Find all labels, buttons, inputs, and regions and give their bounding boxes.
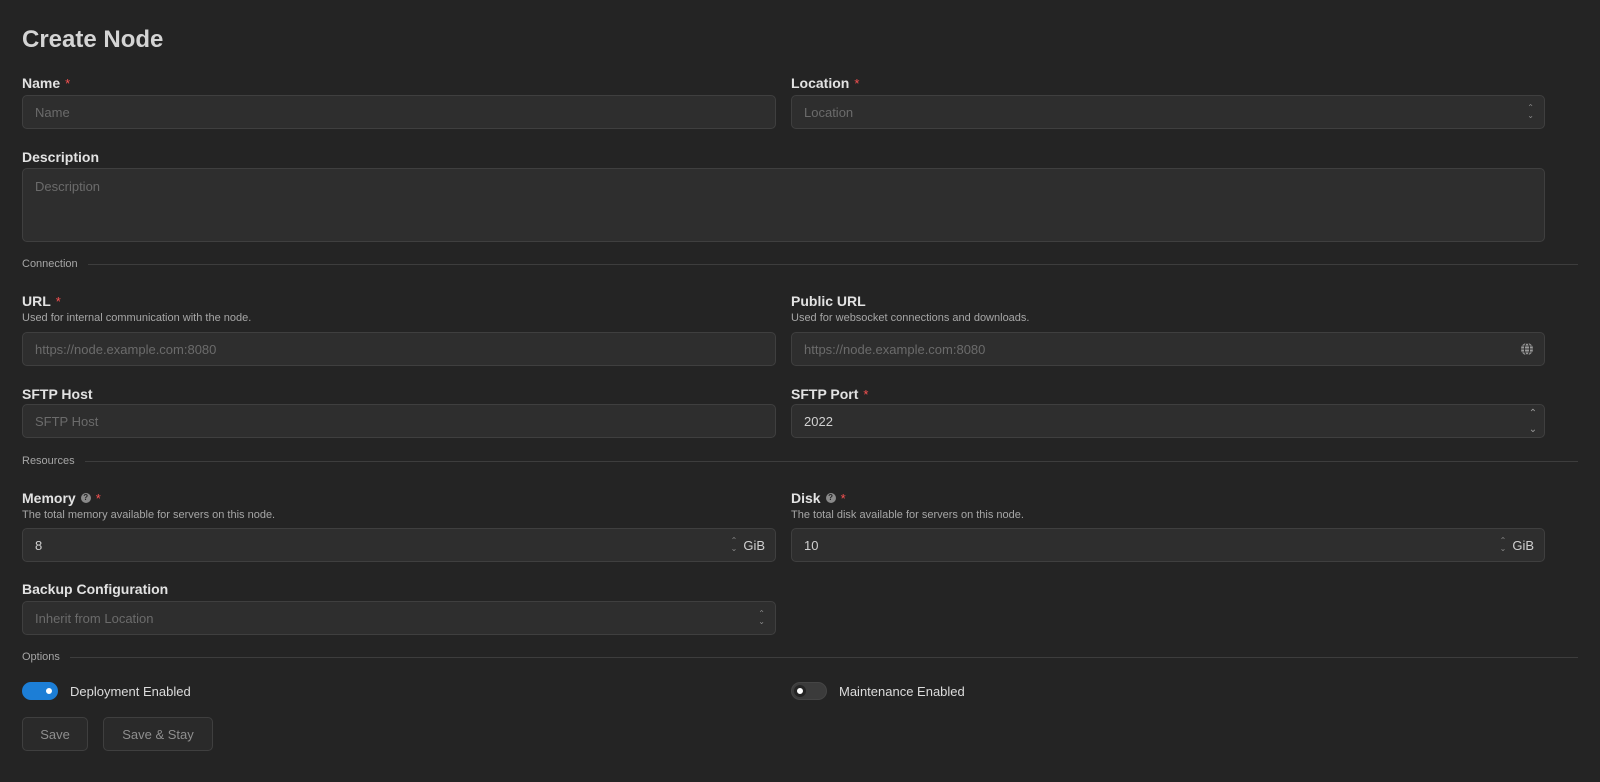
location-select[interactable]: Location ⌃ ⌄ xyxy=(791,95,1545,129)
disk-unit: GiB xyxy=(1512,537,1534,553)
save-button[interactable]: Save xyxy=(22,717,88,751)
info-icon[interactable]: ? xyxy=(80,493,91,503)
memory-unit: GiB xyxy=(743,537,765,553)
required-marker: * xyxy=(65,75,71,91)
backup-configuration-field: Backup Configuration Inherit from Locati… xyxy=(22,580,776,635)
url-field: URL * Used for internal communication wi… xyxy=(22,292,776,366)
info-icon[interactable]: ? xyxy=(825,493,836,503)
required-marker: * xyxy=(854,75,860,91)
description-field: Description Description xyxy=(22,148,1545,242)
sftp-host-label: SFTP Host xyxy=(22,386,93,402)
public-url-label: Public URL xyxy=(791,293,866,309)
location-field: Location * Location ⌃ ⌄ xyxy=(791,74,1545,129)
section-divider-connection: Connection xyxy=(22,258,1578,270)
chevron-updown-icon[interactable]: ⌃ ⌄ xyxy=(1500,537,1507,553)
description-textarea[interactable]: Description xyxy=(22,168,1545,242)
disk-field: Disk ? * The total disk available for se… xyxy=(791,489,1545,562)
name-label: Name xyxy=(22,75,61,91)
globe-icon xyxy=(1521,342,1533,356)
location-label: Location xyxy=(791,75,850,91)
url-input[interactable]: https://node.example.com:8080 xyxy=(22,332,776,366)
required-marker: * xyxy=(863,386,869,402)
sftp-port-label: SFTP Port xyxy=(791,386,859,402)
chevron-updown-icon[interactable]: ⌃ ⌄ xyxy=(731,537,738,553)
public-url-input[interactable]: https://node.example.com:8080 xyxy=(791,332,1545,366)
memory-help-text: The total memory available for servers o… xyxy=(22,509,276,521)
maintenance-enabled-option: Maintenance Enabled xyxy=(791,682,965,700)
section-divider-options: Options xyxy=(22,651,1578,663)
disk-help-text: The total disk available for servers on … xyxy=(791,509,1024,521)
required-marker: * xyxy=(95,490,101,506)
maintenance-enabled-label: Maintenance Enabled xyxy=(839,683,965,699)
required-marker: * xyxy=(840,490,846,506)
memory-input[interactable]: 8 ⌃ ⌄ GiB xyxy=(22,528,776,562)
name-field: Name * Name xyxy=(22,74,776,129)
url-help-text: Used for internal communication with the… xyxy=(22,312,252,324)
name-input[interactable]: Name xyxy=(22,95,776,129)
page-title: Create Node xyxy=(22,26,164,53)
deployment-enabled-option: Deployment Enabled xyxy=(22,682,191,700)
chevron-down-icon[interactable]: ⌄ xyxy=(1529,424,1537,435)
sftp-host-field: SFTP Host SFTP Host xyxy=(22,385,776,438)
create-node-page: Create Node Name * Name Location * Locat… xyxy=(0,0,1600,782)
section-divider-resources: Resources xyxy=(22,455,1578,467)
disk-label: Disk xyxy=(791,490,821,506)
maintenance-enabled-toggle[interactable] xyxy=(791,682,827,700)
required-marker: * xyxy=(55,293,61,309)
save-and-stay-button[interactable]: Save & Stay xyxy=(103,717,213,751)
public-url-help-text: Used for websocket connections and downl… xyxy=(791,312,1030,324)
chevron-updown-icon: ⌃ ⌄ xyxy=(1527,103,1534,120)
disk-input[interactable]: 10 ⌃ ⌄ GiB xyxy=(791,528,1545,562)
description-label: Description xyxy=(22,149,100,165)
sftp-port-input[interactable]: 2022 ⌃ ⌄ xyxy=(791,404,1545,438)
sftp-host-input[interactable]: SFTP Host xyxy=(22,404,776,438)
chevron-updown-icon: ⌃ ⌄ xyxy=(758,609,765,626)
chevron-up-icon[interactable]: ⌃ xyxy=(1529,408,1537,419)
backup-configuration-select[interactable]: Inherit from Location ⌃ ⌄ xyxy=(22,601,776,635)
memory-label: Memory xyxy=(22,490,76,506)
deployment-enabled-label: Deployment Enabled xyxy=(70,683,191,699)
public-url-field: Public URL Used for websocket connection… xyxy=(791,292,1545,366)
memory-field: Memory ? * The total memory available fo… xyxy=(22,489,776,562)
deployment-enabled-toggle[interactable] xyxy=(22,682,58,700)
sftp-port-field: SFTP Port * 2022 ⌃ ⌄ xyxy=(791,385,1545,438)
backup-configuration-label: Backup Configuration xyxy=(22,581,169,597)
url-label: URL xyxy=(22,293,51,309)
